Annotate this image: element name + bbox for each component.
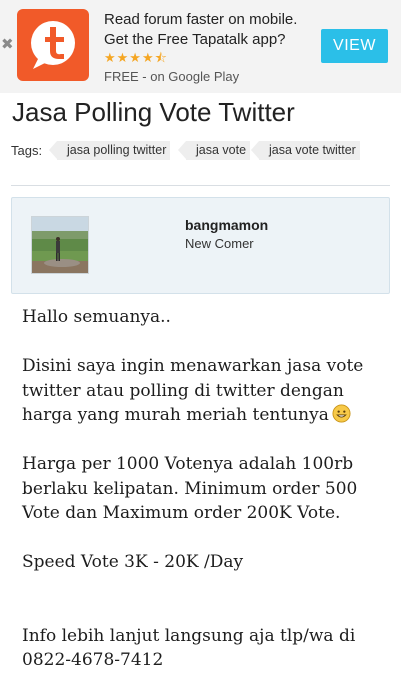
tapatalk-icon[interactable] (17, 9, 89, 81)
divider (11, 185, 390, 186)
view-button[interactable]: VIEW (321, 29, 388, 63)
post-paragraph-contact: Info lebih lanjut langsung aja tlp/wa di… (22, 625, 356, 671)
post-paragraph-price: Harga per 1000 Votenya adalah 100rb berl… (22, 454, 358, 523)
promo-line-1: Read forum faster on mobile. (104, 11, 298, 28)
rating-stars: ★★★★⯪ (104, 51, 168, 66)
post-body: Hallo semuanya.. Disini saya ingin menaw… (22, 305, 382, 673)
promo-store-line: FREE - on Google Play (104, 69, 240, 84)
tag-jasa-vote[interactable]: jasa vote (177, 141, 251, 160)
tag-jasa-vote-twitter[interactable]: jasa vote twitter (251, 141, 360, 160)
author-box: bangmamon New Comer (11, 197, 390, 294)
tags-label: Tags: (11, 143, 43, 158)
promo-text: Read forum faster on mobile. Get the Fre… (104, 10, 319, 86)
app-promo-banner: ✖ Read forum faster on mobile. Get the F… (0, 0, 401, 93)
avatar[interactable] (31, 216, 89, 274)
close-icon[interactable]: ✖ (1, 34, 14, 54)
smiley-icon (332, 404, 351, 423)
post-paragraph-speed: Speed Vote 3K - 20K /Day (22, 552, 244, 572)
post-greeting: Hallo semuanya.. (22, 307, 171, 327)
tag-jasa-polling-twitter[interactable]: jasa polling twitter (48, 141, 171, 160)
post-offer-text: Disini saya ingin menawarkan jasa vote t… (22, 356, 364, 425)
author-rank: New Comer (185, 236, 254, 251)
author-name[interactable]: bangmamon (185, 217, 268, 233)
post-paragraph-offer: Disini saya ingin menawarkan jasa vote t… (22, 354, 382, 428)
promo-line-2: Get the Free Tapatalk app? (104, 31, 286, 48)
thread-title: Jasa Polling Vote Twitter (12, 97, 295, 127)
